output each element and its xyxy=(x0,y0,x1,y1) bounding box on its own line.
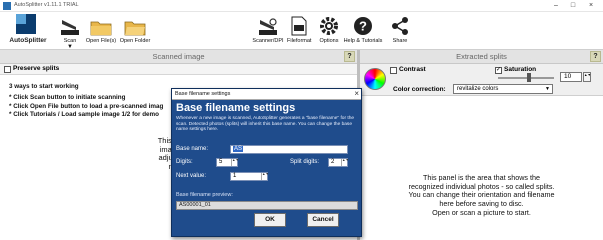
open-file-label: Open File(s) xyxy=(85,38,117,44)
hint-line: Open or scan a picture to start. xyxy=(432,207,531,217)
digits-spinner[interactable]: 5 ▲▼ xyxy=(216,158,239,167)
dialog-description: Whenever a new image is scanned, AutoSpl… xyxy=(176,116,355,133)
digits-value: 5 xyxy=(219,159,223,165)
scanner-settings-icon xyxy=(250,14,286,36)
color-correction-select[interactable]: revitalize colors ▼ xyxy=(453,84,553,94)
extracted-splits-header: Extracted splits ? xyxy=(360,50,603,64)
base-name-label: Base name: xyxy=(176,146,209,152)
base-name-value: AS xyxy=(233,146,244,152)
scanner-dpi-button[interactable]: Scanner/DPI xyxy=(250,14,286,48)
svg-text:?: ? xyxy=(359,19,367,34)
digits-label: Digits: xyxy=(176,159,193,165)
chevron-down-icon: ▼ xyxy=(545,86,550,92)
help-icon[interactable]: ? xyxy=(590,51,601,62)
right-panel-hint: This panel is the area that shows the re… xyxy=(360,173,603,218)
steps-heading: 3 ways to start working xyxy=(9,83,79,90)
help-icon[interactable]: ? xyxy=(344,51,355,62)
close-button[interactable]: × xyxy=(584,1,598,11)
open-folder-button[interactable]: Open Folder xyxy=(118,14,152,48)
help-tutorials-label: Help & Tutorials xyxy=(343,38,383,44)
saturation-label: Saturation xyxy=(504,66,537,73)
open-file-button[interactable]: Open File(s) xyxy=(84,14,118,48)
color-correction-label: Color correction: xyxy=(393,86,446,93)
split-digits-spinner[interactable]: 2 ▲▼ xyxy=(328,158,349,167)
step-item: * Click Scan button to initiate scanning xyxy=(9,94,126,102)
gear-icon xyxy=(318,14,340,36)
folder-icon xyxy=(84,14,118,36)
contrast-checkbox[interactable] xyxy=(390,67,397,74)
share-icon xyxy=(389,14,411,36)
color-correction-value: revitalize colors xyxy=(457,86,499,92)
spin-arrows-icon[interactable]: ▲▼ xyxy=(261,172,269,180)
dialog-close-button[interactable]: × xyxy=(354,89,359,99)
color-options-bar: Contrast ✓ Saturation 10 ▲▼ Color correc… xyxy=(360,64,603,96)
app-icon xyxy=(3,2,11,10)
next-value: 1 xyxy=(233,173,237,179)
scanner-icon xyxy=(58,14,82,36)
scanned-image-title: Scanned image xyxy=(152,52,205,61)
scanner-dpi-label: Scanner/DPI xyxy=(252,38,284,44)
extracted-splits-title: Extracted splits xyxy=(456,52,507,61)
cancel-button[interactable]: Cancel xyxy=(307,213,339,227)
base-name-input[interactable]: AS xyxy=(230,145,348,154)
toolbar: AutoSplitter Scan ▼ Open File(s) Open Fo… xyxy=(0,12,603,50)
start-instructions: 3 ways to start working * Click Scan but… xyxy=(9,83,163,119)
next-value-label: Next value: xyxy=(176,173,207,179)
help-tutorials-button[interactable]: ? Help & Tutorials xyxy=(343,14,383,48)
next-value-spinner[interactable]: 1 ▲▼ xyxy=(230,172,269,181)
autosplitter-logo-icon xyxy=(16,14,36,34)
saturation-checkbox[interactable]: ✓ xyxy=(495,67,502,74)
title-bar: AutoSplitter v1.11.1 TRIAL – □ × xyxy=(0,0,603,12)
ok-button[interactable]: OK xyxy=(254,213,286,227)
app-name: AutoSplitter xyxy=(9,37,47,44)
open-folder-label: Open Folder xyxy=(119,38,151,44)
dialog-window-title: Base filename settings xyxy=(175,91,231,97)
folder-open-icon xyxy=(118,14,152,36)
saturation-value-field[interactable]: 10 xyxy=(560,72,582,82)
saturation-spin-arrows[interactable]: ▲▼ xyxy=(583,72,591,82)
saturation-value: 10 xyxy=(564,73,572,80)
app-logo: AutoSplitter xyxy=(6,14,48,48)
scan-button[interactable]: Scan ▼ xyxy=(58,14,82,50)
contrast-label: Contrast xyxy=(399,66,426,73)
saturation-slider-track[interactable] xyxy=(498,77,554,79)
share-label: Share xyxy=(392,38,408,44)
preserve-splits-label: Preserve splits xyxy=(13,65,60,72)
preview-field: AS00001_01 xyxy=(176,201,358,210)
question-icon: ? xyxy=(343,14,383,36)
fileformat-button[interactable]: Fileformat xyxy=(287,14,311,48)
dialog-title-bar[interactable]: Base filename settings × xyxy=(172,89,361,100)
options-label: Options xyxy=(319,38,339,44)
spin-arrows-icon[interactable]: ▲▼ xyxy=(341,158,349,166)
preserve-splits-checkbox[interactable] xyxy=(4,66,11,73)
preview-label: Base filename preview: xyxy=(176,192,233,198)
color-wheel-icon xyxy=(364,68,386,90)
share-button[interactable]: Share xyxy=(389,14,411,48)
file-format-icon xyxy=(287,14,311,36)
saturation-slider-thumb[interactable] xyxy=(527,73,531,82)
scanned-image-header: Scanned image ? xyxy=(0,50,357,64)
minimize-button[interactable]: – xyxy=(549,1,563,11)
fileformat-label: Fileformat xyxy=(287,38,312,44)
options-button[interactable]: Options xyxy=(318,14,340,48)
dialog-heading: Base filename settings xyxy=(176,102,296,114)
maximize-button[interactable]: □ xyxy=(566,1,580,11)
step-item: * Click Open File button to load a pre-s… xyxy=(9,102,164,110)
left-options-bar: Preserve splits xyxy=(0,64,357,75)
base-filename-dialog: Base filename settings × Base filename s… xyxy=(171,88,362,237)
spin-arrows-icon[interactable]: ▲▼ xyxy=(231,158,239,166)
split-digits-label: Split digits: xyxy=(290,159,320,165)
split-digits-value: 2 xyxy=(331,159,335,165)
step-item: * Click Tutorials / Load sample image 1/… xyxy=(9,110,159,118)
window-title: AutoSplitter v1.11.1 TRIAL xyxy=(14,2,79,8)
